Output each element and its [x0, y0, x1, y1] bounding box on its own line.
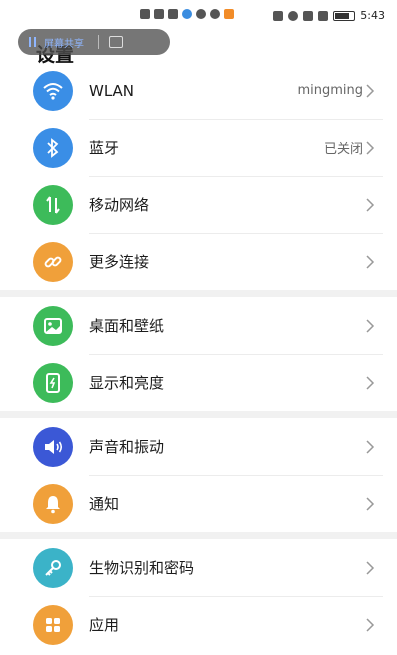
status-bar: 5:43 [0, 0, 397, 30]
hd-icon [140, 9, 150, 19]
chevron-right-icon [366, 496, 375, 511]
section-divider [0, 411, 397, 418]
mobile-data-icon [33, 184, 73, 225]
status-icons-left [140, 9, 234, 19]
heart-icon [210, 9, 220, 19]
settings-item-label: 显示和亮度 [89, 374, 165, 392]
status-time: 5:43 [360, 9, 385, 22]
chevron-right-icon [366, 617, 375, 632]
settings-item-label: 通知 [89, 495, 120, 513]
settings-item-home-wallpaper[interactable]: 桌面和壁纸 [0, 297, 397, 354]
settings-item-wlan[interactable]: WLAN mingming [0, 62, 397, 119]
eye-icon [288, 10, 299, 21]
signal-icon [154, 9, 164, 19]
vpn-icon [196, 9, 206, 19]
section-divider [0, 532, 397, 539]
link-icon [33, 241, 73, 282]
settings-item-label: 生物识别和密码 [89, 559, 195, 577]
nfc-icon [303, 10, 314, 21]
section-divider [0, 290, 397, 297]
settings-item-label: 应用 [89, 616, 120, 634]
settings-item-sound-vibration[interactable]: 声音和振动 [0, 418, 397, 475]
settings-item-apps[interactable]: 应用 [0, 596, 397, 653]
notification-icon [182, 9, 192, 19]
chevron-right-icon [366, 439, 375, 454]
chevron-right-icon [366, 254, 375, 269]
settings-item-label: 蓝牙 [89, 139, 120, 157]
settings-item-display-brightness[interactable]: 显示和亮度 [0, 354, 397, 411]
settings-item-label: 桌面和壁纸 [89, 317, 165, 335]
chevron-right-icon [366, 318, 375, 333]
status-icons-right: 5:43 [273, 9, 385, 22]
settings-item-label: 移动网络 [89, 196, 150, 214]
settings-item-label: 声音和振动 [89, 438, 165, 456]
settings-item-notifications[interactable]: 通知 [0, 475, 397, 532]
settings-item-label: WLAN [89, 81, 135, 100]
screen-share-text: 屏幕共享 [44, 38, 84, 50]
settings-item-value: mingming [297, 83, 363, 98]
pill-divider [98, 35, 99, 49]
key-icon [33, 547, 73, 588]
settings-item-biometrics-password[interactable]: 生物识别和密码 [0, 539, 397, 596]
apps-grid-icon [33, 604, 73, 645]
exit-icon[interactable] [109, 36, 123, 48]
settings-item-label: 更多连接 [89, 253, 150, 271]
cast-icon [273, 10, 284, 21]
screen-share-icon [29, 37, 36, 47]
settings-item-value: 已关闭 [323, 142, 363, 157]
display-icon [33, 362, 73, 403]
chevron-right-icon [366, 375, 375, 390]
chevron-right-icon [366, 560, 375, 575]
chevron-right-icon [366, 197, 375, 212]
image-icon [33, 305, 73, 346]
app-icon [224, 9, 234, 19]
bell-icon [33, 483, 73, 524]
mute-icon [318, 10, 329, 21]
bluetooth-icon [33, 127, 73, 168]
settings-item-more-connections[interactable]: 更多连接 [0, 233, 397, 290]
wifi-icon [168, 9, 178, 19]
screen-share-pill[interactable]: 屏幕共享 [18, 29, 170, 55]
chevron-right-icon [366, 83, 375, 98]
settings-list: WLAN mingming 蓝牙 已关闭 移动网络 更多连接 桌面和壁纸 显示和… [0, 62, 397, 653]
wifi-icon [33, 70, 73, 111]
speaker-icon [33, 426, 73, 467]
settings-item-bluetooth[interactable]: 蓝牙 已关闭 [0, 119, 397, 176]
battery-icon [333, 10, 356, 21]
settings-item-mobile-network[interactable]: 移动网络 [0, 176, 397, 233]
chevron-right-icon [366, 140, 375, 155]
